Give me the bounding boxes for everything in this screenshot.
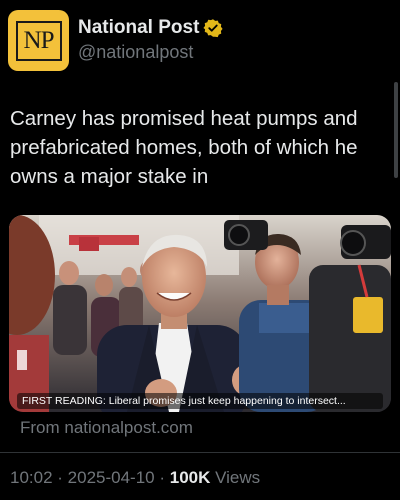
tweet-date[interactable]: 2025-04-10 <box>68 468 155 487</box>
account-avatar[interactable]: NP <box>8 10 69 71</box>
account-names: National Post @nationalpost <box>78 17 223 63</box>
display-name[interactable]: National Post <box>78 17 199 39</box>
news-photo <box>9 215 391 412</box>
national-post-logo: NP <box>15 20 62 61</box>
divider <box>0 452 400 453</box>
link-source[interactable]: From nationalpost.com <box>20 418 193 438</box>
verified-badge-icon <box>203 19 223 38</box>
views-count: 100K <box>169 468 211 487</box>
tweet-time[interactable]: 10:02 <box>10 468 53 487</box>
meta-separator: · <box>52 468 68 487</box>
link-card-image[interactable]: FIRST READING: Liberal promises just kee… <box>9 215 391 412</box>
meta-separator-2: · <box>154 468 170 487</box>
tweet-text: Carney has promised heat pumps and prefa… <box>10 107 358 188</box>
link-card-headline: FIRST READING: Liberal promises just kee… <box>17 393 383 409</box>
views-label: Views <box>210 468 261 487</box>
scrollbar-thumb[interactable] <box>394 82 398 178</box>
tweet-meta: 10:02 · 2025-04-10 · 100K Views <box>10 468 260 488</box>
tweet-header: NP National Post @nationalpost <box>8 10 392 74</box>
name-row: National Post <box>78 17 223 39</box>
account-handle[interactable]: @nationalpost <box>78 42 223 63</box>
